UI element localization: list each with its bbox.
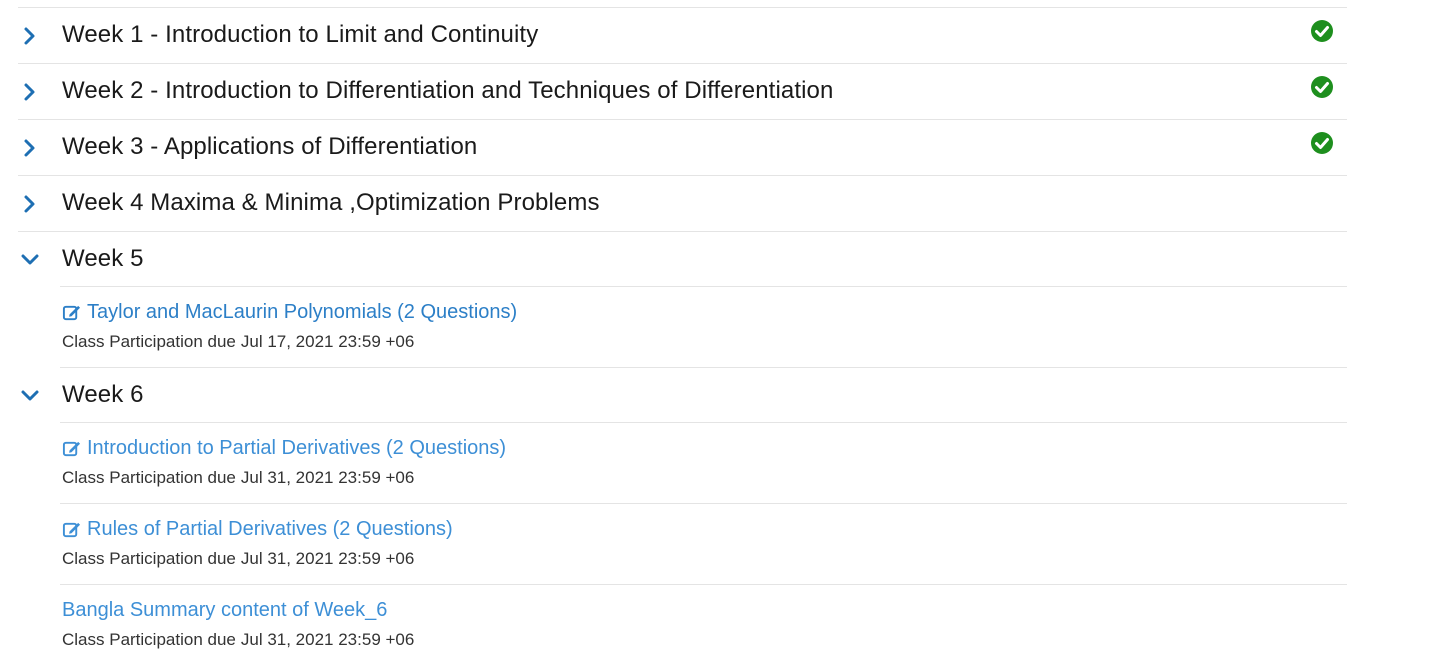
due-label: Class Participation due bbox=[62, 549, 236, 568]
chevron-right-icon[interactable] bbox=[20, 26, 40, 46]
week-title[interactable]: Week 5 bbox=[62, 245, 144, 273]
chevron-down-icon[interactable] bbox=[20, 386, 40, 406]
chevron-right-icon[interactable] bbox=[20, 194, 40, 214]
edit-icon bbox=[62, 522, 81, 538]
due-date: Jul 31, 2021 23:59 +06 bbox=[240, 468, 415, 487]
list-item: Introduction to Partial Derivatives (2 Q… bbox=[60, 423, 1347, 504]
week-2-row[interactable]: Week 2 - Introduction to Differentiation… bbox=[18, 64, 1347, 120]
edit-icon bbox=[62, 441, 81, 457]
edit-icon bbox=[62, 305, 81, 321]
unit-link[interactable]: Bangla Summary content of Week_6 bbox=[62, 599, 387, 622]
due-label: Class Participation due bbox=[62, 630, 236, 649]
due-label: Class Participation due bbox=[62, 332, 236, 351]
week-title[interactable]: Week 6 bbox=[62, 381, 144, 409]
check-circle-icon bbox=[1311, 132, 1333, 154]
week-3-row[interactable]: Week 3 - Applications of Differentiation bbox=[18, 120, 1347, 176]
unit-title[interactable]: Introduction to Partial Derivatives (2 Q… bbox=[87, 437, 506, 460]
week-6-unit-list: Introduction to Partial Derivatives (2 Q… bbox=[60, 423, 1347, 665]
due-text: Class Participation due Jul 31, 2021 23:5… bbox=[62, 630, 414, 650]
chevron-right-icon[interactable] bbox=[20, 82, 40, 102]
due-date: Jul 31, 2021 23:59 +06 bbox=[240, 549, 415, 568]
week-title[interactable]: Week 4 Maxima & Minima ,Optimization Pro… bbox=[62, 189, 600, 217]
due-text: Class Participation due Jul 31, 2021 23:5… bbox=[62, 468, 414, 488]
due-date: Jul 31, 2021 23:59 +06 bbox=[240, 630, 415, 649]
list-item: Rules of Partial Derivatives (2 Question… bbox=[60, 504, 1347, 585]
course-outline: Week 1 - Introduction to Limit and Conti… bbox=[18, 7, 1347, 665]
check-circle-icon bbox=[1311, 20, 1333, 42]
unit-title[interactable]: Taylor and MacLaurin Polynomials (2 Ques… bbox=[87, 301, 517, 324]
week-title[interactable]: Week 3 - Applications of Differentiation bbox=[62, 133, 477, 161]
due-text: Class Participation due Jul 31, 2021 23:5… bbox=[62, 549, 414, 569]
unit-link[interactable]: Taylor and MacLaurin Polynomials (2 Ques… bbox=[62, 301, 517, 324]
due-text: Class Participation due Jul 17, 2021 23:5… bbox=[62, 332, 414, 352]
due-date: Jul 17, 2021 23:59 +06 bbox=[240, 332, 415, 351]
chevron-down-icon[interactable] bbox=[20, 250, 40, 270]
week-title[interactable]: Week 2 - Introduction to Differentiation… bbox=[62, 77, 833, 105]
week-1-row[interactable]: Week 1 - Introduction to Limit and Conti… bbox=[18, 8, 1347, 64]
unit-title[interactable]: Bangla Summary content of Week_6 bbox=[62, 599, 387, 622]
unit-link[interactable]: Rules of Partial Derivatives (2 Question… bbox=[62, 518, 453, 541]
week-5-unit-list: Taylor and MacLaurin Polynomials (2 Ques… bbox=[60, 287, 1347, 368]
due-label: Class Participation due bbox=[62, 468, 236, 487]
week-title[interactable]: Week 1 - Introduction to Limit and Conti… bbox=[62, 21, 538, 49]
list-item: Bangla Summary content of Week_6 Class P… bbox=[60, 585, 1347, 665]
unit-title[interactable]: Rules of Partial Derivatives (2 Question… bbox=[87, 518, 453, 541]
check-circle-icon bbox=[1311, 76, 1333, 98]
week-6-row[interactable]: Week 6 bbox=[18, 368, 1347, 423]
chevron-right-icon[interactable] bbox=[20, 138, 40, 158]
unit-link[interactable]: Introduction to Partial Derivatives (2 Q… bbox=[62, 437, 506, 460]
list-item: Taylor and MacLaurin Polynomials (2 Ques… bbox=[60, 287, 1347, 368]
week-5-row[interactable]: Week 5 bbox=[18, 232, 1347, 287]
week-4-row[interactable]: Week 4 Maxima & Minima ,Optimization Pro… bbox=[18, 176, 1347, 232]
